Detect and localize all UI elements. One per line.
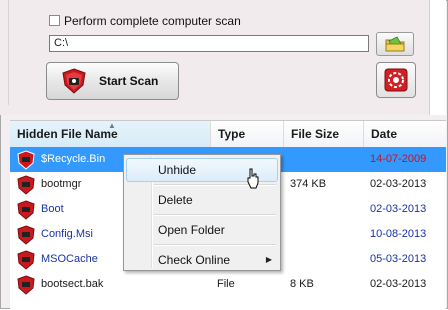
- file-name: $Recycle.Bin: [41, 153, 106, 165]
- file-size: 8 KB: [290, 278, 314, 290]
- file-date: 10-08-2013: [370, 228, 427, 240]
- file-name: MSOCache: [41, 253, 98, 265]
- file-shield-icon: [17, 225, 35, 245]
- file-shield-icon: [17, 150, 35, 170]
- submenu-arrow-icon: ▶: [265, 255, 272, 264]
- file-date: 02-03-2013: [370, 178, 427, 190]
- window-right-edge: [429, 0, 446, 115]
- column-header-name[interactable]: ▲ Hidden File Name: [10, 121, 211, 147]
- menu-item-check-online[interactable]: Check Online ▶: [126, 248, 278, 272]
- column-header-type[interactable]: Type: [211, 121, 284, 147]
- file-name: Config.Msi: [41, 228, 93, 240]
- complete-scan-label: Perform complete computer scan: [64, 14, 241, 28]
- file-date: 02-03-2013: [370, 278, 427, 290]
- menu-separator: [154, 214, 276, 216]
- mouse-cursor-icon: [247, 168, 259, 189]
- shield-scan-icon: [62, 68, 86, 94]
- file-type: File: [217, 278, 235, 290]
- file-size: 374 KB: [290, 178, 327, 190]
- start-scan-label: Start Scan: [99, 74, 159, 88]
- table-row[interactable]: bootsect.bak File 8 KB 02-03-2013: [10, 272, 446, 297]
- file-shield-icon: [17, 275, 35, 295]
- scan-path-input[interactable]: C:\: [49, 35, 369, 52]
- sort-ascending-icon: ▲: [108, 121, 116, 130]
- gear-clean-icon: [384, 68, 408, 92]
- file-name: Boot: [41, 203, 64, 215]
- menu-item-check-online-label: Check Online: [158, 253, 231, 267]
- scan-panel: Perform complete computer scan C:\ Start…: [0, 0, 446, 115]
- browse-folder-button[interactable]: [376, 32, 414, 56]
- file-shield-icon: [17, 200, 35, 220]
- menu-separator: [154, 244, 276, 246]
- clean-settings-button[interactable]: [376, 62, 416, 98]
- file-date: 05-03-2013: [370, 253, 427, 265]
- complete-scan-checkbox[interactable]: [49, 15, 60, 26]
- column-header-size[interactable]: File Size: [284, 121, 364, 147]
- file-shield-icon: [17, 250, 35, 270]
- start-scan-button[interactable]: Start Scan: [46, 62, 179, 100]
- folder-browse-icon: [385, 36, 405, 52]
- file-name: bootmgr: [41, 178, 82, 190]
- column-header-date[interactable]: Date: [364, 121, 446, 147]
- menu-item-delete[interactable]: Delete: [126, 188, 278, 212]
- table-header: ▲ Hidden File Name Type File Size Date: [10, 121, 446, 148]
- file-shield-icon: [17, 175, 35, 195]
- menu-item-open-folder[interactable]: Open Folder: [126, 218, 278, 242]
- file-date: 02-03-2013: [370, 203, 427, 215]
- file-name: bootsect.bak: [41, 278, 104, 290]
- panel-divider: [8, 0, 9, 105]
- file-date: 14-07-2009: [370, 153, 427, 165]
